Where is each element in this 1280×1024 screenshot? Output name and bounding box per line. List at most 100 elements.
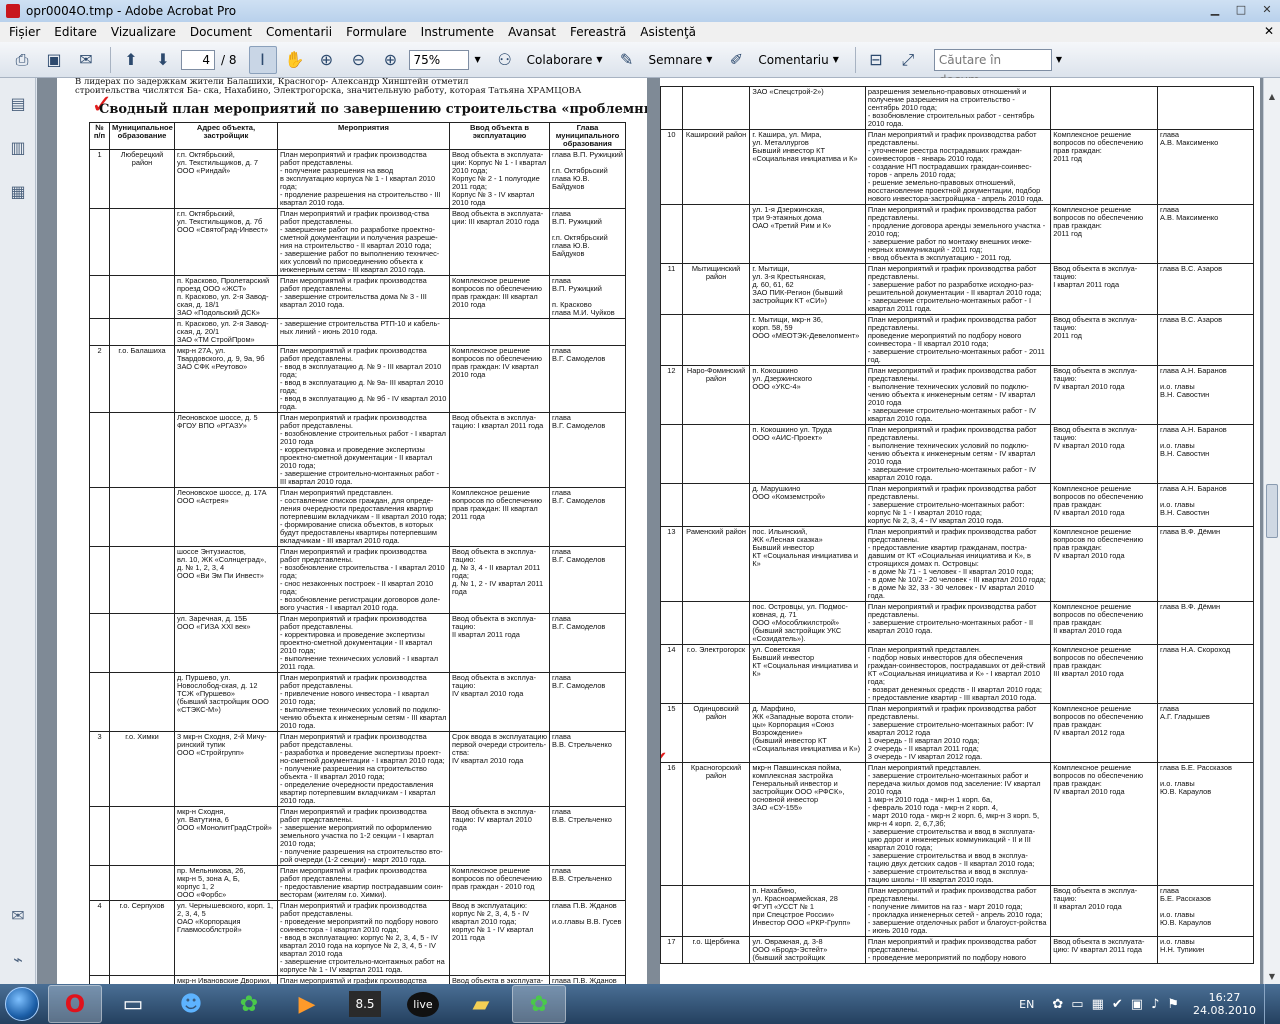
menu-document[interactable]: Document [183,25,259,39]
taskbar-icq-active[interactable]: ✿ [512,985,566,1023]
table-cell: Комплексное решение вопросов по обеспече… [1050,703,1159,763]
tray-icq-icon[interactable]: ✿ [1052,997,1063,1012]
collaborate-button[interactable]: Colaborare [527,53,593,67]
pages-icon[interactable]: ▤ [7,92,29,114]
sign-pen-icon[interactable]: ✎ [613,46,641,74]
language-indicator[interactable]: EN [1019,998,1034,1011]
table-cell [681,601,751,645]
scroll-thumb[interactable] [1266,484,1278,538]
table-cell [660,86,683,130]
start-button[interactable] [0,984,44,1024]
vertical-scrollbar[interactable]: ▲ ▼ [1263,78,1280,984]
menu-tools[interactable]: Instrumente [414,25,501,39]
table-cell: План мероприятий и график производства р… [864,204,1052,264]
table-cell: глава В.С. Азаров [1157,263,1254,315]
document-close-icon[interactable]: ✕ [1264,24,1274,38]
sign-dropdown-icon[interactable]: ▼ [706,55,712,64]
tray-display-icon[interactable]: ▭ [1071,997,1083,1012]
close-button[interactable]: ✕ [1254,0,1280,18]
hand-tool-icon[interactable]: ✋ [281,46,309,74]
table-row: д. Марушкино ООО «Комземстрой» План мероп… [660,483,1254,527]
fit-page-icon[interactable]: ⊟ [862,46,890,74]
menu-help[interactable]: Asistenţă [633,25,703,39]
table-cell: ул. Заречная, д. 15Б ООО «ГИЗА XXI век» [174,613,278,673]
table-row: 1 Люберецкий район г.п. Октябрьский, ул. Т… [89,149,626,209]
tray-volume-icon[interactable]: ♪ [1151,997,1159,1012]
taskbar-folder[interactable]: ▰ [454,985,508,1023]
table-cell [681,204,751,264]
tray-flag-icon[interactable]: ⚑ [1167,997,1179,1012]
email-icon[interactable]: ✉ [72,46,100,74]
sign-button[interactable]: Semnare [649,53,703,67]
table-row: 2 г.о. Балашиха мкр-н 27А, ул. Твардовског… [89,345,626,413]
tray-security-icon[interactable]: ✔ [1112,997,1123,1012]
table-cell: Комплексное решение вопросов по обеспече… [1050,204,1159,264]
menu-advanced[interactable]: Avansat [501,25,563,39]
search-input[interactable]: Căutare în docum... [933,48,1052,87]
zoom-level-select[interactable]: 75% [408,49,469,70]
table-cell [109,208,175,276]
minimize-button[interactable]: ▁ [1202,0,1228,18]
menu-edit[interactable]: Editare [47,25,104,39]
select-text-icon[interactable]: I [248,45,277,74]
table-cell [681,885,751,937]
zoom-out-icon[interactable]: ⊖ [345,46,373,74]
taskbar-messenger[interactable]: ☻ [164,985,218,1023]
table-cell: 17 [660,936,683,964]
table-cell: глава Б.Е. Рассказов и.о. главы Ю.В. Кар… [1157,762,1254,886]
menu-window[interactable]: Fereastră [563,25,633,39]
scroll-down-icon[interactable]: ▼ [1264,968,1280,984]
collaborate-icon[interactable]: ⚇ [491,46,519,74]
table-cell: Одинцовский район [681,703,751,763]
search-dropdown-icon[interactable]: ▼ [1056,55,1062,64]
comments-list-icon[interactable]: ✉ [7,904,29,926]
previous-page-icon[interactable]: ⬆ [117,46,145,74]
taskbar-game[interactable]: 8.5 [338,985,392,1023]
table-row: ул. 1-я Дзержинская, три 9-этажных дома … [660,204,1254,264]
comment-button[interactable]: Comentariu [758,53,828,67]
paperclip-icon[interactable]: ⌁ [7,948,29,970]
zoom-dropdown-icon[interactable]: ▼ [475,55,481,64]
taskbar-media-player[interactable]: ▶ [280,985,334,1023]
table-cell: Ввод объекта в эксплуа-тацию: I квартал … [1050,263,1159,315]
taskbar-icq[interactable]: ✿ [222,985,276,1023]
table-cell [660,314,683,366]
page-number-input[interactable]: 4 [181,49,215,70]
table-cell: План мероприятий и график производства [277,975,450,984]
taskbar-explorer-window[interactable]: ▭ [106,985,160,1023]
table-cell: План мероприятий и график производства р… [277,806,450,866]
table-cell: глава В.Г. Самоделов [549,613,626,673]
scroll-up-icon[interactable]: ▲ [1264,88,1280,104]
column-header: Глава муниципального образования [549,122,626,150]
tray-network-icon[interactable]: ▦ [1092,997,1104,1012]
collaborate-dropdown-icon[interactable]: ▼ [596,55,602,64]
comment-dropdown-icon[interactable]: ▼ [833,55,839,64]
tray-device-icon[interactable]: ▣ [1131,997,1143,1012]
bookmarks-icon[interactable]: ▦ [7,180,29,202]
table-cell: Ввод объекта в эксплуа-тацию: д. № 3, 4 … [449,546,550,614]
marquee-zoom-icon[interactable]: ⊕ [313,46,341,74]
comment-icon[interactable]: ✐ [722,46,750,74]
save-icon[interactable]: ▣ [40,46,68,74]
menu-file[interactable]: Fișier [2,25,47,39]
menu-view[interactable]: Vizualizare [104,25,183,39]
menu-comments[interactable]: Comentarii [259,25,339,39]
table-cell: Ввод объекта в эксплуа-тацию: IV квартал… [449,672,550,732]
next-page-icon[interactable]: ⬇ [149,46,177,74]
zoom-in-icon[interactable]: ⊕ [377,46,405,74]
menu-forms[interactable]: Formulare [339,25,414,39]
taskbar-live[interactable]: live [396,985,450,1023]
clock[interactable]: 16:27 24.08.2010 [1193,991,1256,1017]
table-cell: План мероприятий представлен. - завершен… [864,762,1052,886]
attachments-icon[interactable]: ▥ [7,136,29,158]
table-cell: пос. Островцы, ул. Подмос-ковная, д. 71 … [749,601,866,645]
taskbar-opera[interactable]: O [48,985,102,1023]
full-screen-icon[interactable]: ⤢ [894,46,922,74]
table-cell: Ввод объекта в эксплуа-тацию: IV квартал… [1050,365,1159,425]
maximize-button[interactable]: □ [1228,0,1254,18]
document-view[interactable]: В лидерах по задержкам жители Балашихи, … [37,78,1263,984]
show-desktop-button[interactable] [1264,984,1274,1024]
table-cell: План мероприятий и график производства р… [864,601,1052,645]
table-cell: мкр-н 27А, ул. Твардовского, д. 9, 9а, 9… [174,345,278,413]
print-icon[interactable]: ⎙ [8,46,36,74]
